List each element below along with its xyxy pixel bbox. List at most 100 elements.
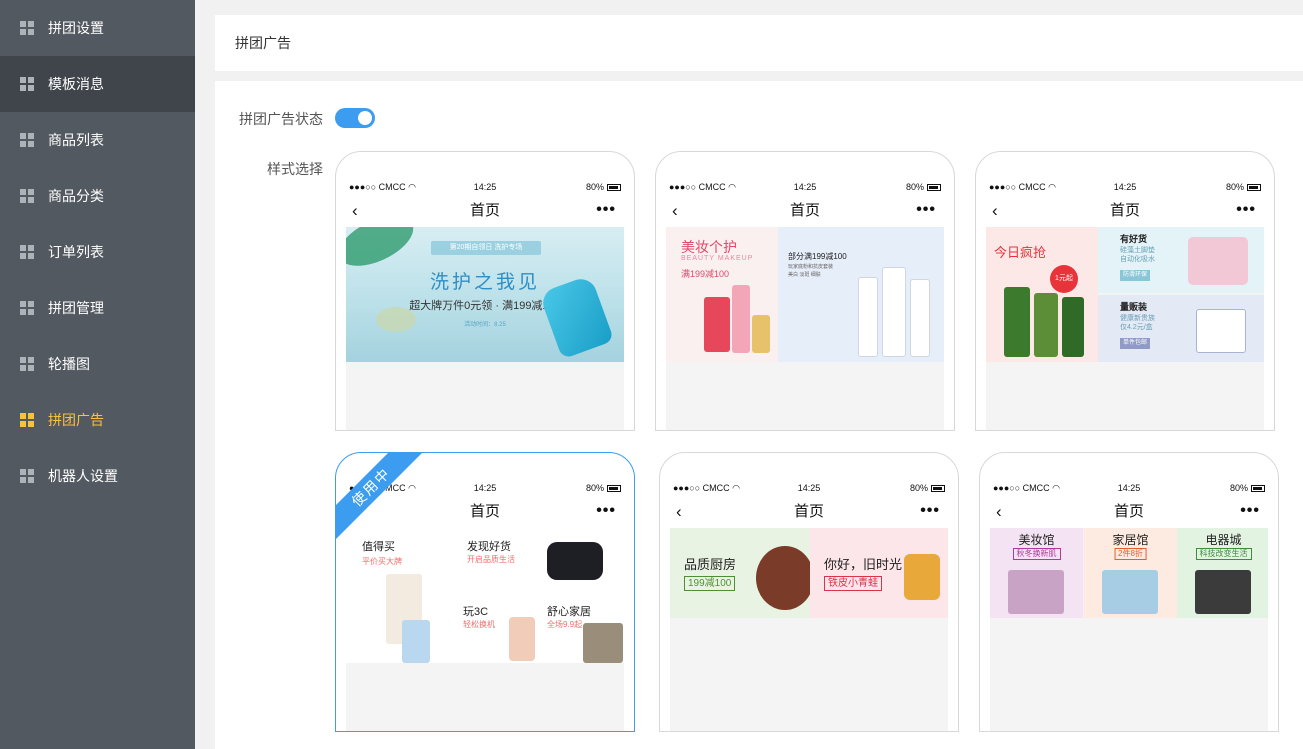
phone-screen: 美妆馆 秋冬换新肌 家居馆 2件8折 电器城 科技改变生活 (990, 528, 1268, 731)
grid-icon (20, 21, 34, 35)
time-text: 14:25 (1113, 182, 1137, 192)
sidebar-item-group-management[interactable]: 拼团管理 (0, 280, 195, 336)
sidebar-item-label: 拼团广告 (48, 412, 104, 428)
banner-cell: 玩3C 轻松换机 (459, 595, 542, 663)
product-image (882, 267, 906, 357)
banner-tag: 2件8折 (1114, 548, 1147, 560)
banner-left-panel: 美妆个护 BEAUTY MAKEUP 满199减100 (666, 227, 778, 362)
time-text: 14:25 (1117, 483, 1141, 493)
banner-preview: 第20期自领日 洗护专场 洗护之我见 超大牌万件0元领 · 满199减100 活… (346, 227, 624, 362)
banner-promo: 满199减100 (681, 269, 730, 279)
status-bar: ●●●○○ CMCC ◠ 14:25 80% (349, 182, 621, 194)
battery: 80% (1226, 182, 1261, 192)
phone-navbar: ‹ 首页 ••• (346, 501, 624, 523)
product-image (583, 623, 623, 663)
battery-text: 80% (1225, 182, 1244, 192)
toggle-knob (358, 111, 372, 125)
banner-tag: 第20期自领日 洗护专场 (431, 241, 541, 255)
banner-title: 美妆馆 (1018, 533, 1055, 547)
product-image (1062, 297, 1084, 357)
banner-text: 美白 淡斑 细肤 (788, 272, 821, 278)
style-option-2[interactable]: ●●●○○ CMCC ◠ 14:25 80% ‹ 首页 ••• 美妆个护 BEA… (655, 151, 955, 431)
battery-icon (931, 484, 945, 492)
product-image (1196, 309, 1246, 353)
more-icon: ••• (596, 201, 616, 218)
style-option-4[interactable]: ●●●○○ CMCC ◠ 14:25 80% ‹ 首页 ••• 值得买 平价买大… (335, 452, 635, 732)
battery-icon (607, 484, 621, 492)
sidebar-item-carousel[interactable]: 轮播图 (0, 336, 195, 392)
banner-promo: 部分满199减100 (788, 252, 847, 261)
sidebar-item-template-messages[interactable]: 模板消息 (0, 56, 195, 112)
sidebar-item-label: 订单列表 (48, 244, 104, 260)
status-bar: ●●●○○ CMCC ◠ 14:25 80% (993, 483, 1265, 495)
banner-title: 电器城 (1205, 533, 1242, 547)
product-image (858, 277, 878, 357)
status-bar: ●●●○○ CMCC ◠ 14:25 80% (989, 182, 1261, 194)
time-text: 14:25 (797, 483, 821, 493)
price-badge: 1元起 (1050, 265, 1078, 293)
grid-icon (20, 413, 34, 427)
style-option-1[interactable]: ●●●○○ CMCC ◠ 14:25 80% ‹ 首页 ••• 第20期自领日 … (335, 151, 635, 431)
phone-navbar: ‹ 首页 ••• (670, 501, 948, 523)
battery-text: 80% (585, 483, 604, 493)
phone-screen: 品质厨房 199减100 你好，旧时光 铁皮小青蛙 (670, 528, 948, 731)
battery-text: 80% (909, 483, 928, 493)
phone-title: 首页 (793, 503, 824, 520)
sidebar-item-label: 商品列表 (48, 132, 104, 148)
sidebar-item-label: 拼团管理 (48, 300, 104, 316)
phone-title: 首页 (1109, 202, 1140, 219)
phone-navbar: ‹ 首页 ••• (986, 200, 1264, 222)
banner-tag: 铁皮小青蛙 (824, 576, 882, 591)
product-image (752, 315, 770, 353)
more-icon: ••• (596, 502, 616, 519)
banner-subtitle: 平价买大牌 (362, 557, 402, 566)
banner-subtitle: 开启品质生活 (467, 555, 515, 564)
product-image (1195, 570, 1251, 614)
more-icon: ••• (920, 502, 940, 519)
banner-cell: 美妆馆 秋冬换新肌 (990, 528, 1083, 618)
time-text: 14:25 (473, 182, 497, 192)
sidebar-item-label: 拼团设置 (48, 20, 104, 36)
sidebar-item-group-ads[interactable]: 拼团广告 (0, 392, 195, 448)
product-image (1188, 237, 1248, 285)
style-option-3[interactable]: ●●●○○ CMCC ◠ 14:25 80% ‹ 首页 ••• 今日疯抢 1元起… (975, 151, 1275, 431)
product-image (732, 285, 750, 353)
banner-cell: 值得买 平价买大牌 (346, 528, 458, 663)
more-icon: ••• (1240, 502, 1260, 519)
banner-tag: 秋冬换新肌 (1012, 548, 1061, 560)
product-image (1004, 287, 1030, 357)
product-image (904, 554, 940, 600)
phone-navbar: ‹ 首页 ••• (990, 501, 1268, 523)
sidebar-item-robot-settings[interactable]: 机器人设置 (0, 448, 195, 504)
sidebar-item-label: 商品分类 (48, 188, 104, 204)
banner-title: 值得买 (362, 541, 395, 553)
banner-preview: 今日疯抢 1元起 有好货 硅藻土脚垫 自动化吸水 防滑环保 量贩装 健康新贵族 (986, 227, 1264, 362)
product-image (1034, 293, 1058, 357)
sidebar-item-group-settings[interactable]: 拼团设置 (0, 0, 195, 56)
battery: 80% (586, 483, 621, 493)
phone-screen: 值得买 平价买大牌 发现好货 开启品质生活 玩3C 轻松换机 舒心家居 全场9.… (346, 528, 624, 731)
banner-left-panel: 品质厨房 199减100 (670, 528, 814, 618)
banner-title: 量贩装 (1120, 302, 1148, 312)
banner-title: 你好，旧时光 (824, 557, 903, 572)
sidebar-item-order-list[interactable]: 订单列表 (0, 224, 195, 280)
sidebar-item-product-category[interactable]: 商品分类 (0, 168, 195, 224)
battery-icon (1247, 183, 1261, 191)
product-image (1008, 570, 1064, 614)
battery-text: 80% (905, 182, 924, 192)
grid-icon (20, 189, 34, 203)
grid-icon (20, 133, 34, 147)
banner-right-panel: 部分满199减100 玩家底粉和抗皮套装 美白 淡斑 细肤 (778, 227, 944, 362)
banner-title: 发现好货 (467, 541, 511, 553)
phone-screen: 今日疯抢 1元起 有好货 硅藻土脚垫 自动化吸水 防滑环保 量贩装 健康新贵族 (986, 227, 1264, 430)
battery-icon (607, 183, 621, 191)
banner-preview: 值得买 平价买大牌 发现好货 开启品质生活 玩3C 轻松换机 舒心家居 全场9.… (346, 528, 624, 663)
battery: 80% (910, 483, 945, 493)
style-option-6[interactable]: ●●●○○ CMCC ◠ 14:25 80% ‹ 首页 ••• 美妆馆 秋冬换新… (979, 452, 1279, 732)
battery: 80% (1230, 483, 1265, 493)
main-panel: 拼团广告状态 样式选择 ●●●○○ CMCC ◠ 14:25 80% ‹ 首页 … (215, 81, 1303, 749)
more-icon: ••• (916, 201, 936, 218)
status-toggle[interactable] (335, 108, 375, 128)
sidebar-item-product-list[interactable]: 商品列表 (0, 112, 195, 168)
style-option-5[interactable]: ●●●○○ CMCC ◠ 14:25 80% ‹ 首页 ••• 品质厨房 199… (659, 452, 959, 732)
